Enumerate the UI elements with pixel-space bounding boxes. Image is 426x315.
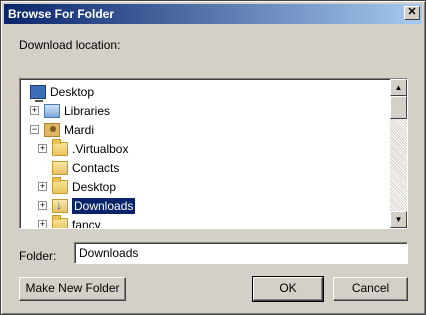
tree-item-label: Desktop bbox=[72, 179, 117, 194]
scroll-thumb[interactable] bbox=[390, 96, 407, 119]
downloads-icon bbox=[52, 198, 68, 213]
folder-icon bbox=[52, 214, 68, 228]
dialog-title: Browse For Folder bbox=[8, 7, 115, 21]
tree-item-desktop[interactable]: + Desktop bbox=[38, 176, 117, 196]
tree-item-libraries[interactable]: + Libraries bbox=[30, 101, 110, 120]
tree-item-mardi[interactable]: − Mardi bbox=[30, 120, 94, 139]
folder-field[interactable]: Downloads bbox=[74, 242, 408, 264]
ok-button[interactable]: OK bbox=[252, 276, 324, 302]
expand-button[interactable]: + bbox=[38, 201, 47, 210]
tree-item-fancy[interactable]: + fancy bbox=[38, 214, 101, 229]
scroll-track[interactable] bbox=[390, 119, 407, 211]
tree-item-contacts[interactable]: Contacts bbox=[52, 158, 119, 177]
tree-item-label: Contacts bbox=[72, 160, 120, 175]
browse-for-folder-dialog: Browse For Folder ✕ Download location: D… bbox=[0, 0, 426, 315]
desktop-icon bbox=[30, 84, 46, 102]
collapse-button[interactable]: − bbox=[30, 125, 39, 134]
tree-item-desktop-root[interactable]: Desktop bbox=[30, 82, 95, 102]
tree-item-downloads[interactable]: + Downloads bbox=[38, 196, 137, 215]
contacts-icon bbox=[52, 160, 68, 175]
scroll-down-button[interactable]: ▼ bbox=[390, 211, 407, 228]
libraries-icon bbox=[44, 103, 60, 118]
tree-item-label: fancy bbox=[72, 217, 101, 229]
close-button[interactable]: ✕ bbox=[404, 6, 420, 20]
tree-item-virtualbox[interactable]: + .Virtualbox bbox=[38, 138, 129, 158]
folder-tree[interactable]: Desktop + Libraries − Mardi + .Virtualbo… bbox=[19, 78, 408, 229]
vertical-scrollbar[interactable]: ▲ ▼ bbox=[390, 79, 407, 228]
expand-button[interactable]: + bbox=[38, 144, 47, 153]
tree-item-label: Mardi bbox=[64, 122, 95, 137]
title-bar[interactable]: Browse For Folder ✕ bbox=[4, 4, 422, 24]
expand-button[interactable]: + bbox=[38, 182, 47, 191]
scroll-up-button[interactable]: ▲ bbox=[390, 79, 407, 96]
expand-button[interactable]: + bbox=[38, 220, 47, 228]
cancel-button[interactable]: Cancel bbox=[333, 277, 408, 301]
expand-button[interactable]: + bbox=[30, 106, 39, 115]
tree-item-label: .Virtualbox bbox=[72, 141, 129, 156]
tree-item-label: Desktop bbox=[50, 84, 95, 99]
tree-item-label: Downloads bbox=[70, 196, 137, 215]
folder-label: Folder: bbox=[19, 249, 57, 263]
download-location-label: Download location: bbox=[19, 38, 121, 52]
make-new-folder-button[interactable]: Make New Folder bbox=[19, 277, 126, 301]
folder-icon bbox=[52, 176, 68, 194]
folder-icon bbox=[52, 138, 68, 156]
user-folder-icon bbox=[44, 122, 60, 137]
tree-item-label: Libraries bbox=[64, 103, 111, 118]
